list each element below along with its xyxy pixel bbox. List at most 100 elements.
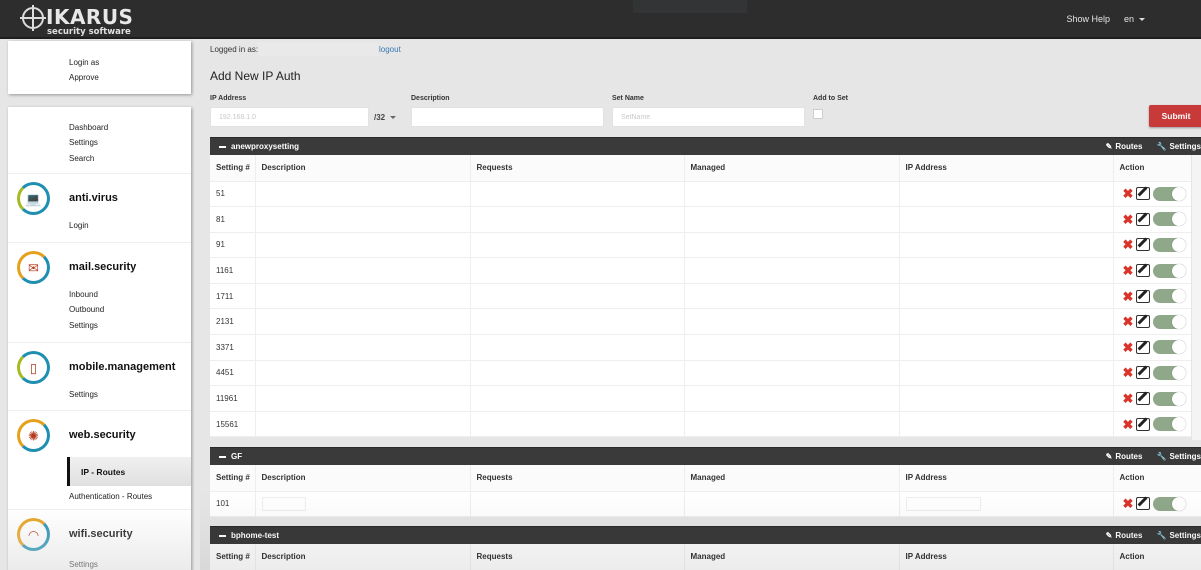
settings-link[interactable]: 🔧 Settings — [1156, 452, 1201, 461]
add-to-set-checkbox[interactable] — [813, 109, 823, 119]
enable-toggle[interactable] — [1153, 289, 1187, 304]
edit-icon[interactable] — [1136, 340, 1151, 354]
managed-cell — [684, 232, 900, 259]
column-header[interactable]: Description — [255, 155, 471, 182]
delete-icon[interactable]: ✖ — [1123, 366, 1134, 379]
enable-toggle[interactable] — [1153, 263, 1187, 278]
edit-icon[interactable] — [1136, 497, 1151, 511]
column-header[interactable]: Requests — [470, 465, 685, 492]
delete-icon[interactable]: ✖ — [1123, 213, 1134, 226]
table-row: 2131 ✖ — [210, 308, 1201, 336]
column-header[interactable]: Description — [255, 465, 471, 492]
column-header[interactable]: Setting # — [210, 155, 256, 182]
managed-cell — [684, 283, 900, 310]
sidebar-item-login[interactable]: Login — [69, 221, 89, 230]
collapse-icon[interactable] — [219, 534, 226, 537]
enable-toggle[interactable] — [1153, 417, 1187, 432]
sidebar-item-outbound[interactable]: Outbound — [69, 305, 104, 314]
collapse-icon[interactable] — [219, 145, 226, 148]
group-header: anewproxysetting ✎ Routes 🔧 Settings — [210, 137, 1201, 155]
column-header[interactable]: Action — [1113, 544, 1201, 570]
routes-label: Routes — [1115, 142, 1143, 151]
edit-icon[interactable] — [1136, 238, 1151, 252]
column-header[interactable]: Setting # — [210, 465, 256, 492]
enable-toggle[interactable] — [1153, 237, 1187, 252]
edit-icon[interactable] — [1136, 264, 1151, 278]
edit-icon[interactable] — [1136, 315, 1151, 329]
enable-toggle[interactable] — [1153, 340, 1187, 355]
section-title-mail-security[interactable]: mail.security — [69, 261, 136, 273]
enable-toggle[interactable] — [1153, 186, 1187, 201]
language-dropdown[interactable]: en — [1124, 14, 1145, 24]
column-header[interactable]: Action — [1113, 465, 1201, 492]
sidebar-item-authentication-routes[interactable]: Authentication - Routes — [69, 492, 152, 501]
collapse-icon[interactable] — [219, 455, 226, 458]
description-input[interactable] — [411, 107, 604, 127]
column-header[interactable]: Managed — [684, 544, 900, 570]
setting-number: 1161 — [210, 257, 256, 284]
column-header[interactable]: Action — [1113, 155, 1201, 182]
settings-link[interactable]: 🔧 Settings — [1156, 142, 1201, 151]
delete-icon[interactable]: ✖ — [1123, 290, 1134, 303]
column-header[interactable]: Requests — [470, 544, 685, 570]
table-scrollbar[interactable] — [1191, 155, 1201, 440]
enable-toggle[interactable] — [1153, 212, 1187, 227]
column-header[interactable]: Description — [255, 544, 471, 570]
delete-icon[interactable]: ✖ — [1123, 341, 1134, 354]
routes-link[interactable]: ✎ Routes — [1106, 142, 1143, 151]
page-title: Add New IP Auth — [210, 69, 301, 83]
sidebar-item-settings[interactable]: Settings — [69, 138, 98, 147]
enable-toggle[interactable] — [1153, 314, 1187, 329]
section-title-wifi-security[interactable]: wifi.security — [69, 528, 133, 540]
ip-address-input[interactable]: 192.168.1.0 — [210, 107, 369, 127]
section-title-web-security[interactable]: web.security — [69, 429, 136, 441]
column-header[interactable]: IP Address — [899, 544, 1114, 570]
sidebar-item-wifi-settings[interactable]: Settings — [69, 560, 98, 569]
sidebar-item-inbound[interactable]: Inbound — [69, 290, 98, 299]
ip-address-cell — [899, 232, 1114, 259]
sidebar-item-login-as[interactable]: Login as — [69, 58, 99, 67]
logged-in-label: Logged in as: — [210, 45, 259, 54]
enable-toggle[interactable] — [1153, 365, 1187, 380]
column-header[interactable]: IP Address — [899, 155, 1114, 182]
sidebar-item-mobile-settings[interactable]: Settings — [69, 390, 98, 399]
delete-icon[interactable]: ✖ — [1123, 238, 1134, 251]
delete-icon[interactable]: ✖ — [1123, 315, 1134, 328]
column-header[interactable]: Requests — [470, 155, 685, 182]
column-header[interactable]: IP Address — [899, 465, 1114, 492]
settings-link[interactable]: 🔧 Settings — [1156, 531, 1201, 540]
column-header[interactable]: Managed — [684, 465, 900, 492]
routes-link[interactable]: ✎ Routes — [1106, 531, 1143, 540]
routes-link[interactable]: ✎ Routes — [1106, 452, 1143, 461]
edit-icon[interactable] — [1136, 392, 1151, 406]
column-header[interactable]: Managed — [684, 155, 900, 182]
sidebar-item-dashboard[interactable]: Dashboard — [69, 123, 108, 132]
sidebar-item-ip-routes[interactable]: IP - Routes — [67, 457, 191, 486]
section-title-mobile-management[interactable]: mobile.management — [69, 361, 175, 373]
edit-icon[interactable] — [1136, 187, 1151, 201]
logout-link[interactable]: logout — [379, 45, 401, 54]
edit-icon[interactable] — [1136, 366, 1151, 380]
edit-icon[interactable] — [1136, 417, 1151, 431]
submit-button[interactable]: Submit — [1149, 105, 1201, 127]
enable-toggle[interactable] — [1153, 391, 1187, 406]
edit-icon[interactable] — [1136, 289, 1151, 303]
sidebar-item-approve[interactable]: Approve — [69, 73, 99, 82]
delete-icon[interactable]: ✖ — [1123, 497, 1134, 510]
show-help-link[interactable]: Show Help — [1066, 14, 1110, 24]
edit-icon[interactable] — [1136, 212, 1151, 226]
enable-toggle[interactable] — [1153, 496, 1187, 511]
cidr-select[interactable]: /32 — [374, 113, 397, 122]
set-name-input[interactable]: SetName — [612, 107, 805, 127]
ikarus-logo[interactable]: IKARUS security software — [10, 4, 170, 38]
section-title-antivirus[interactable]: anti.virus — [69, 192, 118, 204]
ip-address-label: IP Address — [210, 95, 247, 102]
delete-icon[interactable]: ✖ — [1123, 264, 1134, 277]
sidebar-item-mail-settings[interactable]: Settings — [69, 321, 98, 330]
table-row: 3371 ✖ — [210, 334, 1201, 361]
delete-icon[interactable]: ✖ — [1123, 418, 1134, 431]
column-header[interactable]: Setting # — [210, 544, 256, 570]
delete-icon[interactable]: ✖ — [1123, 392, 1134, 405]
delete-icon[interactable]: ✖ — [1123, 187, 1134, 200]
sidebar-item-search[interactable]: Search — [69, 154, 94, 163]
